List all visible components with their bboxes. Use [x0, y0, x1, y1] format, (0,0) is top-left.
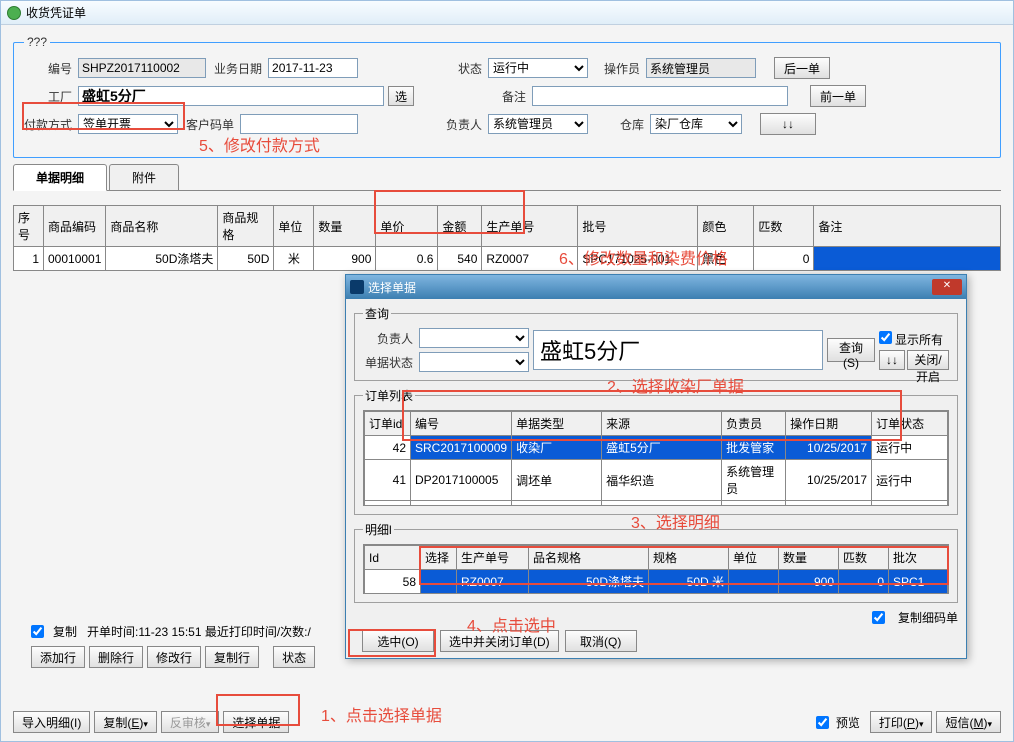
close-open-button[interactable]: 关闭/开启: [907, 350, 949, 370]
table-row[interactable]: 1 00010001 50D涤塔夫 50D 米 900 0.6 540 RZ00…: [14, 247, 1001, 271]
label-factory: 工厂: [24, 88, 72, 105]
copy-button[interactable]: 复制(E)▾: [94, 711, 157, 733]
col-price: 单价: [376, 206, 438, 247]
col-prod: 生产单号: [482, 206, 578, 247]
label-paymethod: 付款方式: [24, 116, 72, 133]
select-factory-button[interactable]: 选: [388, 86, 414, 106]
dialog-icon: [350, 280, 364, 294]
custdoc-input[interactable]: [240, 114, 358, 134]
label-dlg-manager: 负责人: [363, 330, 413, 347]
bizdate-input[interactable]: [268, 58, 358, 78]
dlg-detail-fieldset: 明细l Id 选择 生产单号 品名规格 规格 单位 数量 匹数 批次: [354, 521, 958, 603]
table-row[interactable]: 58 RZ0007 50D涤塔夫 50D 米 900 0 SPC1: [365, 570, 948, 594]
preview-label: 预览: [836, 714, 860, 731]
label-status: 状态: [392, 60, 482, 77]
col-name: 商品名称: [106, 206, 218, 247]
del-row-button[interactable]: 删除行: [89, 646, 143, 668]
col-spec: 商品规格: [218, 206, 274, 247]
copy-label: 复制: [53, 623, 77, 640]
dlg-search-input[interactable]: [533, 330, 823, 370]
col-code: 商品编码: [44, 206, 106, 247]
show-all-label: 显示所有: [895, 333, 943, 347]
label-remark: 备注: [448, 88, 526, 105]
add-row-button[interactable]: 添加行: [31, 646, 85, 668]
sms-button[interactable]: 短信(M)▾: [936, 711, 1001, 733]
tabs: 单据明细 附件: [13, 164, 1001, 191]
col-remark: 备注: [814, 206, 1001, 247]
table-row[interactable]: 41 DP2017100005 调坯单 福华织造 系统管理员 10/25/201…: [365, 460, 948, 501]
col-pcs: 匹数: [754, 206, 814, 247]
show-all-checkbox[interactable]: [879, 331, 892, 344]
close-icon[interactable]: ✕: [932, 279, 962, 295]
copy-checkbox[interactable]: [31, 625, 44, 638]
copy-detail-checkbox[interactable]: [872, 611, 885, 624]
select-doc-dialog: 选择单据 ✕ 查询 负责人 单据状态: [345, 274, 967, 659]
orders-grid[interactable]: 订单id 编号 单据类型 来源 负责员 操作日期 订单状态 42 SRC2017…: [364, 411, 948, 506]
col-seq: 序号: [14, 206, 44, 247]
label-operator: 操作员: [604, 60, 640, 77]
dlg-status-combo[interactable]: [419, 352, 529, 372]
app-icon: [7, 6, 21, 20]
query-legend: 查询: [363, 305, 391, 322]
label-warehouse: 仓库: [620, 116, 644, 133]
window-title: 收货凭证单: [26, 4, 86, 21]
dlg-manager-combo[interactable]: [419, 328, 529, 348]
operator-input: [646, 58, 756, 78]
label-dlg-status: 单据状态: [363, 354, 413, 371]
cancel-button[interactable]: 取消(Q): [565, 630, 637, 652]
col-color: 颜色: [698, 206, 754, 247]
col-qty: 数量: [314, 206, 376, 247]
dlg-arrows-button[interactable]: ↓↓: [879, 350, 905, 370]
serial-input: [78, 58, 206, 78]
table-row[interactable]: 33 SRC2017100008 收染厂 盛虹5分厂 批发管家 10/20/20…: [365, 501, 948, 507]
confirm-select-button[interactable]: 选中(O): [362, 630, 434, 652]
factory-input[interactable]: [78, 86, 384, 106]
table-row[interactable]: 42 SRC2017100009 收染厂 盛虹5分厂 批发管家 10/25/20…: [365, 436, 948, 460]
open-time-label: 开单时间:11-23 15:51 最近打印时间/次数:/: [87, 623, 311, 640]
dialog-title: 选择单据: [368, 279, 416, 296]
orders-legend: 订单列表: [363, 387, 415, 404]
tab-attach[interactable]: 附件: [109, 164, 179, 190]
copy-detail-label: 复制细码单: [898, 609, 958, 626]
print-button[interactable]: 打印(P)▾: [870, 711, 933, 733]
dialog-titlebar: 选择单据 ✕: [346, 275, 966, 299]
label-manager: 负责人: [392, 116, 482, 133]
orders-fieldset: 订单列表 订单id 编号 单据类型 来源 负责员 操作日期 订单状态: [354, 387, 958, 515]
select-doc-button[interactable]: 选择单据: [223, 711, 289, 733]
select-close-button[interactable]: 选中并关闭订单(D): [440, 630, 559, 652]
col-amount: 金额: [438, 206, 482, 247]
prev-button[interactable]: 前一单: [810, 85, 866, 107]
query-fieldset: 查询 负责人 单据状态 查询(S): [354, 305, 958, 381]
mod-row-button[interactable]: 修改行: [147, 646, 201, 668]
paymethod-combo[interactable]: 签单开票: [78, 114, 178, 134]
remark-input[interactable]: [532, 86, 788, 106]
title-bar: 收货凭证单: [1, 1, 1013, 25]
manager-combo[interactable]: 系统管理员: [488, 114, 588, 134]
dlg-query-button[interactable]: 查询(S): [827, 338, 875, 362]
import-detail-button[interactable]: 导入明细(I): [13, 711, 90, 733]
tab-detail[interactable]: 单据明细: [13, 164, 107, 191]
copy-row-button[interactable]: 复制行: [205, 646, 259, 668]
label-serial: 编号: [24, 60, 72, 77]
next-button[interactable]: 后一单: [774, 57, 830, 79]
dlg-detail-grid[interactable]: Id 选择 生产单号 品名规格 规格 单位 数量 匹数 批次: [364, 545, 948, 594]
col-unit: 单位: [274, 206, 314, 247]
label-bizdate: 业务日期: [214, 60, 262, 77]
detail-grid[interactable]: 序号 商品编码 商品名称 商品规格 单位 数量 单价 金额 生产单号 批号 颜色…: [13, 205, 1001, 271]
preview-checkbox[interactable]: [816, 716, 829, 729]
arrows-button[interactable]: ↓↓: [760, 113, 816, 135]
unaudit-button[interactable]: 反审核▾: [161, 711, 220, 733]
col-batch: 批号: [578, 206, 698, 247]
dlg-detail-legend: 明细l: [363, 521, 394, 538]
form-legend: ???: [24, 35, 50, 49]
header-form: ??? 编号 业务日期 状态 运行中 操作员 后一单 工厂 选 备注 前一单: [13, 35, 1001, 158]
label-custdoc: 客户码单: [186, 116, 234, 133]
status-combo[interactable]: 运行中: [488, 58, 588, 78]
state-button[interactable]: 状态: [273, 646, 315, 668]
warehouse-combo[interactable]: 染厂仓库: [650, 114, 742, 134]
